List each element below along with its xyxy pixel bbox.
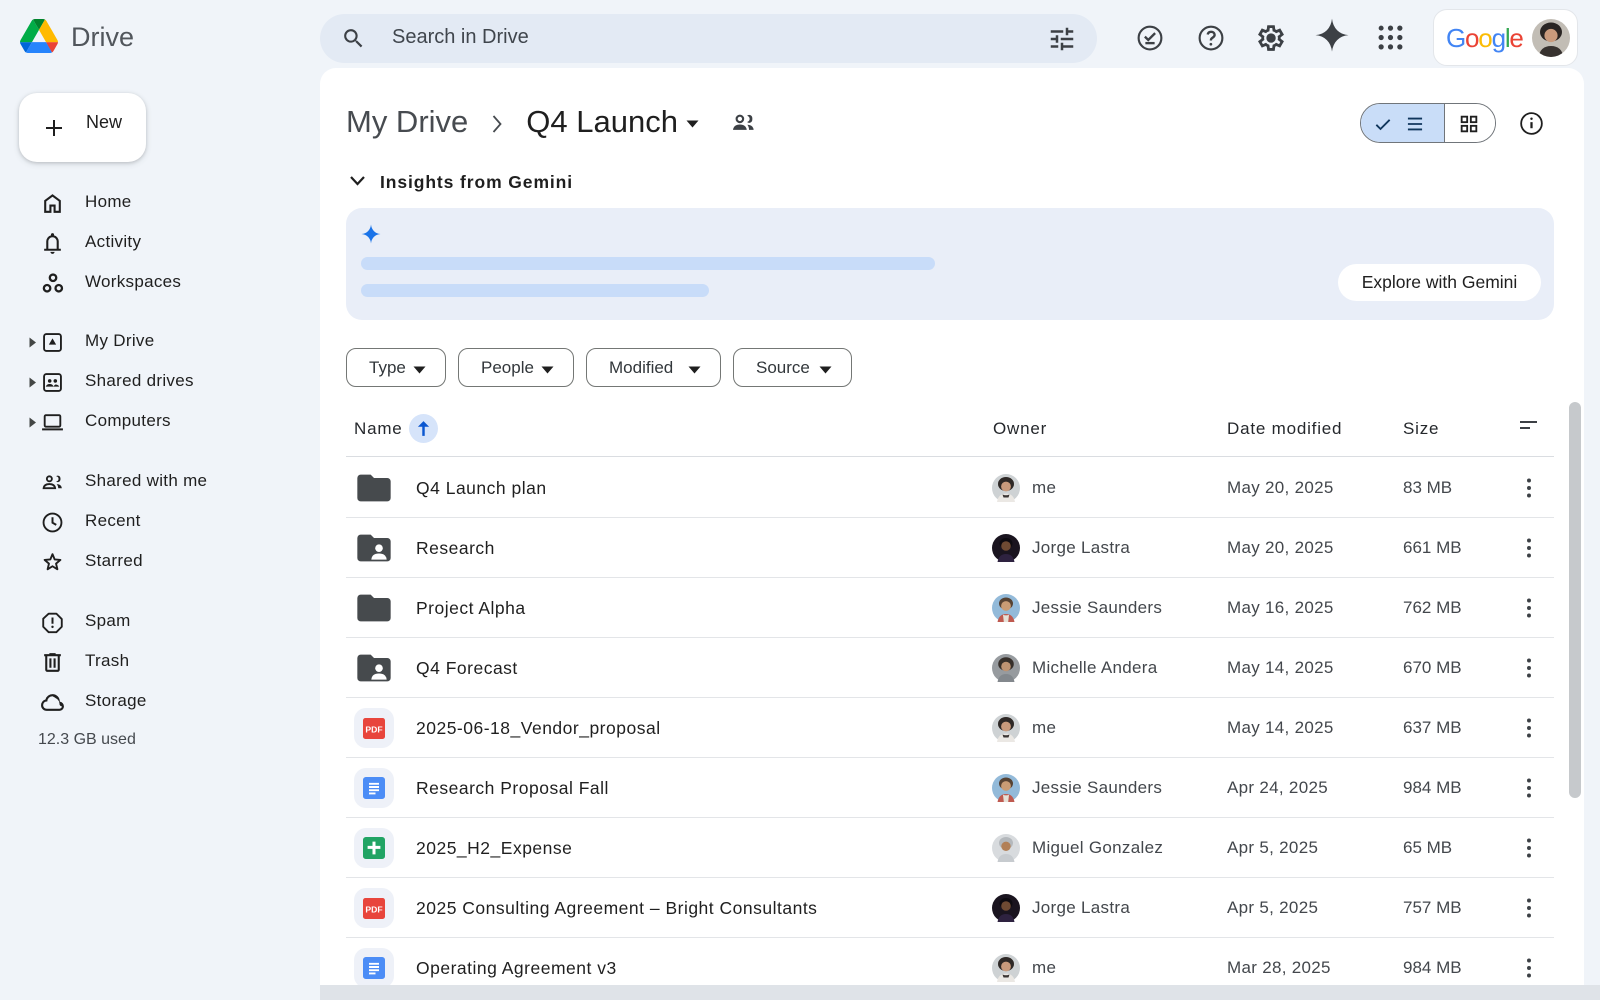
svg-text:PDF: PDF: [365, 725, 382, 735]
svg-text:PDF: PDF: [365, 905, 382, 915]
